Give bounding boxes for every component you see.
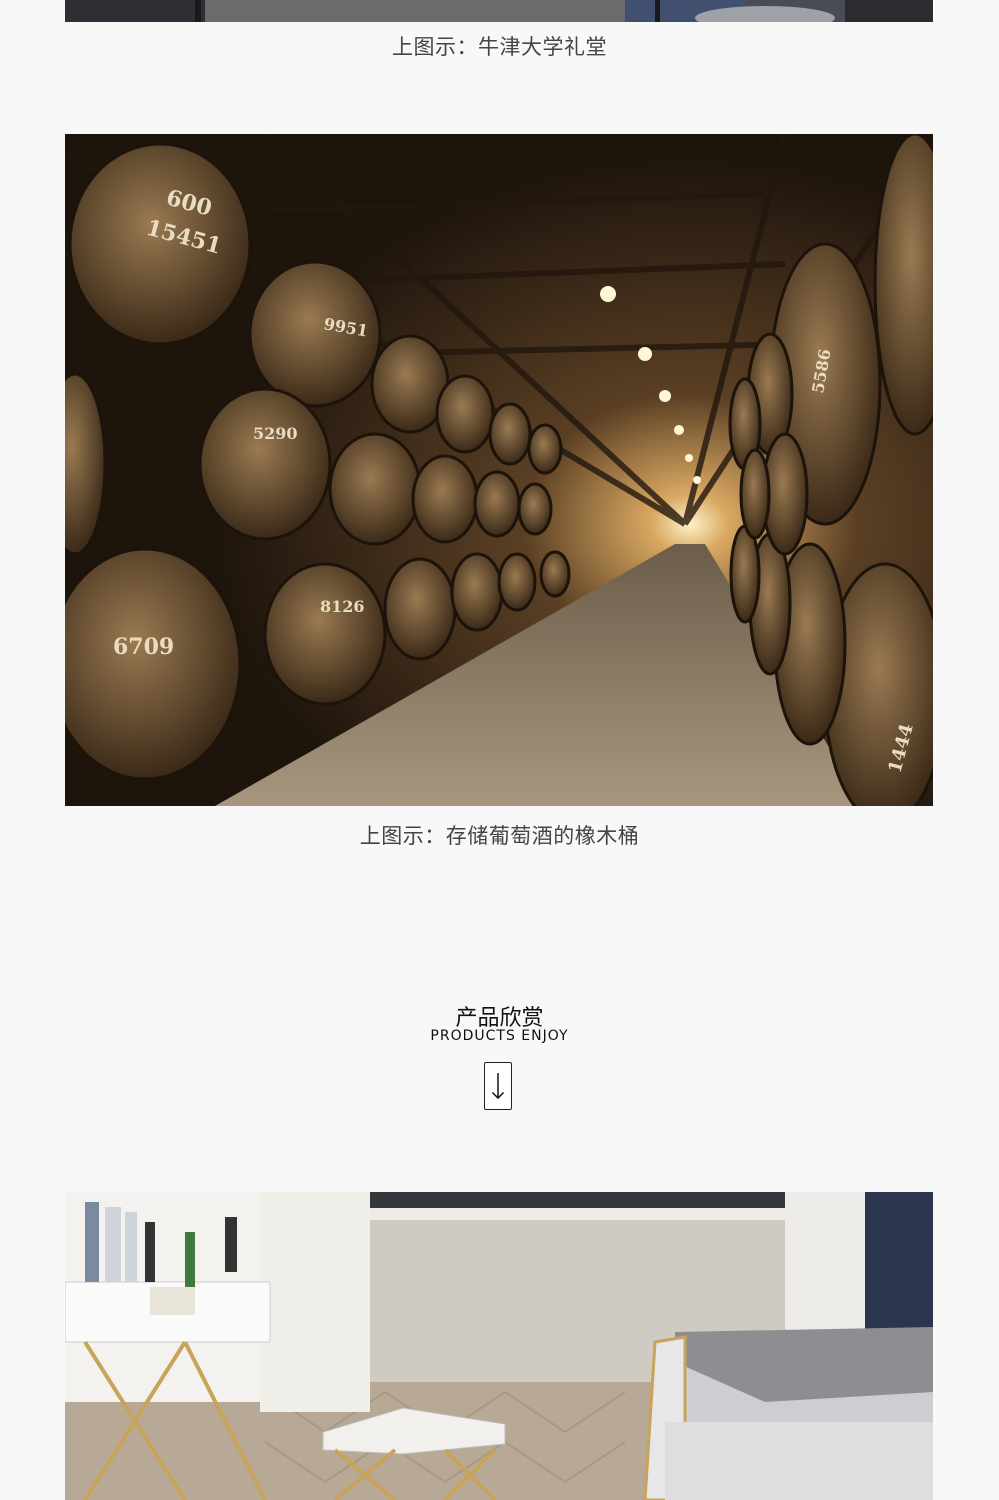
scroll-down-button[interactable] — [484, 1062, 512, 1110]
wine-barrel-photo: 600 15451 9951 5290 6709 8126 5586 1444 — [65, 134, 933, 806]
oxford-hall-photo — [65, 0, 933, 22]
barrel-stencil: 6709 — [113, 634, 174, 660]
section-subtitle: PRODUCTS ENJOY — [430, 1028, 569, 1044]
barrel-caption: 上图示：存储葡萄酒的橡木桶 — [359, 824, 640, 848]
arrow-down-icon — [491, 1073, 505, 1100]
bedroom-product-photo — [65, 1192, 933, 1500]
barrel-stencil: 5290 — [253, 424, 298, 443]
barrel-stencil: 8126 — [320, 597, 365, 616]
oxford-caption: 上图示：牛津大学礼堂 — [392, 35, 607, 59]
